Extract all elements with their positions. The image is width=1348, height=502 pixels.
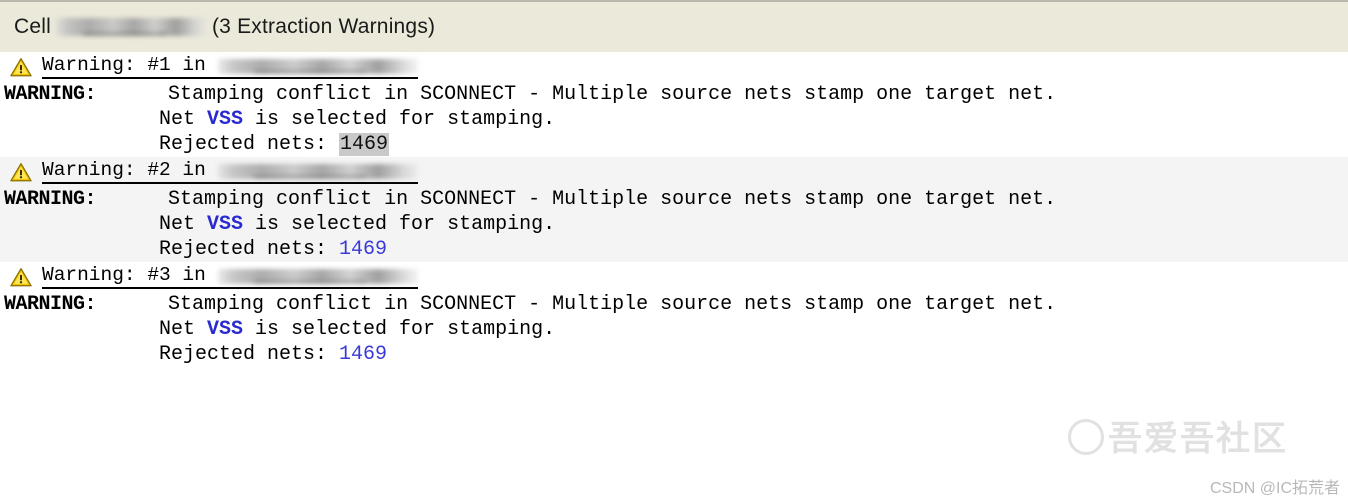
selected-net-line: Net VSS is selected for stamping. [4,317,1348,342]
warning-triangle-icon [10,162,32,182]
warning-severity-label: WARNING: [4,188,97,211]
warning-header-label: Warning: #3 in [42,264,206,286]
warning-message-text: Stamping conflict in SCONNECT - Multiple… [168,293,1057,316]
net-line-prefix: Net [159,108,208,131]
net-line-prefix: Net [159,213,208,236]
warning-message-text: Stamping conflict in SCONNECT - Multiple… [168,83,1057,106]
csdn-attribution: CSDN @IC拓荒者 [1209,480,1340,497]
selected-net-line: Net VSS is selected for stamping. [4,107,1348,132]
warning-message-line: WARNING: Stamping conflict in SCONNECT -… [4,82,1348,107]
warning-header[interactable]: Warning: #2 in [0,157,1348,187]
rejected-nets-line: Rejected nets: 1469 [4,237,1348,262]
title-suffix: (3 Extraction Warnings) [211,15,436,38]
warning-severity-label: WARNING: [4,293,97,316]
warning-triangle-icon [10,267,32,287]
rejected-nets-label: Rejected nets: [159,238,340,261]
warning-message-text: Stamping conflict in SCONNECT - Multiple… [168,188,1057,211]
net-name[interactable]: VSS [207,108,243,131]
net-name[interactable]: VSS [207,213,243,236]
title-prefix: Cell [14,15,51,38]
rejected-nets-count[interactable]: 1469 [339,343,387,366]
rejected-nets-line: Rejected nets: 1469 [4,132,1348,157]
smiley-face-icon [1068,419,1104,455]
watermark-text: 吾爱吾社区 [1108,420,1288,458]
warning-header-link[interactable]: Warning: #2 in [42,160,418,184]
warning-block: Warning: #2 in WARNING: Stamping conflic… [0,157,1348,262]
rejected-nets-count[interactable]: 1469 [339,133,390,156]
rejected-nets-count[interactable]: 1469 [339,238,387,261]
net-line-suffix: is selected for stamping. [243,213,556,236]
rejected-nets-line: Rejected nets: 1469 [4,342,1348,367]
warning-header-label: Warning: #1 in [42,54,206,76]
warning-message-line: WARNING: Stamping conflict in SCONNECT -… [4,292,1348,317]
net-line-suffix: is selected for stamping. [243,318,556,341]
rejected-nets-label: Rejected nets: [159,133,340,156]
warning-header-link[interactable]: Warning: #3 in [42,265,418,289]
warning-header[interactable]: Warning: #3 in [0,262,1348,292]
warning-header-link[interactable]: Warning: #1 in [42,55,418,79]
redacted-instance-path [217,59,418,74]
warning-severity-label: WARNING: [4,83,97,106]
redacted-instance-path [217,269,418,284]
redacted-cell-name [55,18,206,36]
rejected-nets-label: Rejected nets: [159,343,340,366]
warning-block: Warning: #3 in WARNING: Stamping conflic… [0,262,1348,367]
redacted-instance-path [217,164,418,179]
net-name[interactable]: VSS [207,318,243,341]
warning-body: WARNING: Stamping conflict in SCONNECT -… [0,82,1348,157]
warning-message-line: WARNING: Stamping conflict in SCONNECT -… [4,187,1348,212]
warning-triangle-icon [10,57,32,77]
net-line-prefix: Net [159,318,208,341]
site-watermark: 吾爱吾社区 [1064,411,1288,460]
warning-body: WARNING: Stamping conflict in SCONNECT -… [0,292,1348,367]
warning-header[interactable]: Warning: #1 in [0,52,1348,82]
warning-block: Warning: #1 in WARNING: Stamping conflic… [0,52,1348,157]
warning-header-label: Warning: #2 in [42,159,206,181]
cell-title-bar: Cell (3 Extraction Warnings) [0,0,1348,52]
selected-net-line: Net VSS is selected for stamping. [4,212,1348,237]
warning-list: Warning: #1 in WARNING: Stamping conflic… [0,52,1348,367]
net-line-suffix: is selected for stamping. [243,108,556,131]
warning-body: WARNING: Stamping conflict in SCONNECT -… [0,187,1348,262]
